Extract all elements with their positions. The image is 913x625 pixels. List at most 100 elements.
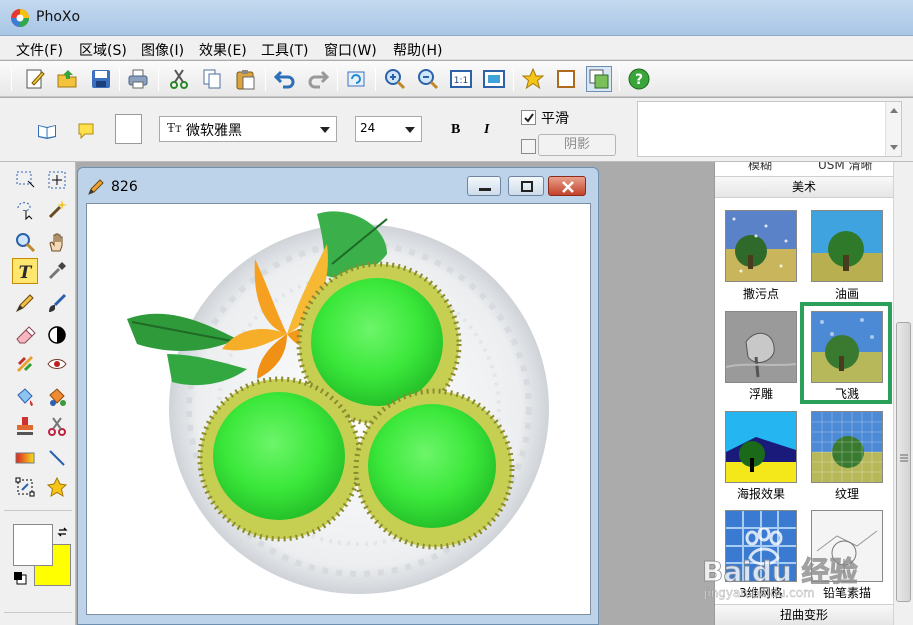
clone-tool[interactable] xyxy=(12,351,38,377)
poster-effect-preview xyxy=(726,412,796,482)
menu-file[interactable]: 文件(F) xyxy=(16,40,63,60)
effect-thumb-emboss[interactable] xyxy=(725,311,797,383)
art-section-header[interactable]: 美术 xyxy=(715,176,893,198)
brush-icon xyxy=(49,293,67,312)
line-tool[interactable] xyxy=(44,445,70,471)
image-canvas[interactable] xyxy=(86,203,591,615)
effects-panel-scrollbar[interactable] xyxy=(893,162,913,625)
pencil-edit-icon xyxy=(88,179,104,195)
effect-thumb-texture[interactable] xyxy=(811,411,883,483)
scroll-up-icon[interactable] xyxy=(890,108,898,113)
move-tool[interactable] xyxy=(44,167,70,193)
svg-text:T: T xyxy=(19,263,33,282)
reset-colors-icon[interactable] xyxy=(13,571,27,585)
effect-brush-tool[interactable] xyxy=(44,413,70,439)
save-button[interactable] xyxy=(88,66,114,92)
toolbar-separator xyxy=(337,67,338,91)
shadow-button[interactable]: 阴影 xyxy=(538,134,616,156)
redo-button[interactable] xyxy=(305,66,331,92)
hand-tool[interactable] xyxy=(44,229,70,255)
partial-labels-row: 模糊 USM 清晰 xyxy=(715,162,893,174)
swap-colors-icon[interactable] xyxy=(57,526,69,538)
brush-tool[interactable] xyxy=(44,290,70,316)
shape-star-tool[interactable] xyxy=(44,474,70,500)
open-button[interactable] xyxy=(55,66,81,92)
stamp-icon xyxy=(17,417,33,435)
hand-icon xyxy=(49,233,63,252)
panel-toggle-button[interactable] xyxy=(586,66,612,92)
menu-window[interactable]: 窗口(W) xyxy=(324,40,377,60)
minimize-button[interactable] xyxy=(467,176,501,196)
smooth-checkbox[interactable] xyxy=(521,110,536,125)
menu-effects[interactable]: 效果(E) xyxy=(199,40,247,60)
copy-button[interactable] xyxy=(199,66,225,92)
usm-sharpen-effect-label[interactable]: USM 清晰 xyxy=(818,162,873,173)
maximize-button[interactable] xyxy=(508,176,544,196)
scroll-down-icon[interactable] xyxy=(890,145,898,150)
font-size-select[interactable]: 24 xyxy=(355,116,422,142)
effect-thumb-poster[interactable] xyxy=(725,411,797,483)
cut-button[interactable] xyxy=(166,66,192,92)
zoom-in-button[interactable] xyxy=(382,66,408,92)
star-shape-icon xyxy=(46,476,68,498)
close-button[interactable] xyxy=(548,176,586,196)
fill-tool[interactable] xyxy=(12,384,38,410)
zoom-out-button[interactable] xyxy=(415,66,441,92)
undo-button[interactable] xyxy=(272,66,298,92)
shadow-checkbox[interactable] xyxy=(521,139,536,154)
tools-palette: T xyxy=(0,162,76,625)
emboss-effect-preview xyxy=(726,312,796,382)
rect-select-tool[interactable] xyxy=(12,167,38,193)
speech-bubble-icon[interactable] xyxy=(77,122,95,140)
book-icon[interactable] xyxy=(37,123,57,139)
toolbar-separator xyxy=(619,67,620,91)
main-toolbar: 1:1 ? xyxy=(0,61,913,97)
frame-button[interactable] xyxy=(553,66,579,92)
menu-help[interactable]: 帮助(H) xyxy=(393,40,442,60)
text-input-area[interactable] xyxy=(637,101,902,157)
help-button[interactable]: ? xyxy=(626,66,652,92)
refresh-button[interactable] xyxy=(343,66,369,92)
minimize-icon xyxy=(479,188,491,191)
toolbar-separator xyxy=(513,67,514,91)
menu-image[interactable]: 图像(I) xyxy=(141,40,184,60)
italic-button[interactable]: I xyxy=(484,122,489,138)
red-eye-tool[interactable] xyxy=(44,351,70,377)
gradient-tool[interactable] xyxy=(12,445,38,471)
foreground-color-swatch[interactable] xyxy=(13,524,53,566)
bold-button[interactable]: B xyxy=(451,122,460,138)
text-tool[interactable]: T xyxy=(12,258,38,284)
paste-button[interactable] xyxy=(232,66,258,92)
effect-thumb-spot[interactable] xyxy=(725,210,797,282)
new-button[interactable] xyxy=(22,66,48,92)
eraser-tool[interactable] xyxy=(12,322,38,348)
menu-region[interactable]: 区域(S) xyxy=(79,40,127,60)
scrollbar-thumb[interactable] xyxy=(896,322,911,602)
checkmark-icon xyxy=(524,113,534,123)
actual-size-button[interactable]: 1:1 xyxy=(448,66,474,92)
pencil-tool[interactable] xyxy=(12,290,38,316)
magic-wand-tool[interactable] xyxy=(44,196,70,222)
stamp-tool[interactable] xyxy=(12,413,38,439)
fit-window-button[interactable] xyxy=(481,66,507,92)
svg-text:1:1: 1:1 xyxy=(454,76,468,86)
effect-thumb-oil-paint[interactable] xyxy=(811,210,883,282)
eyedropper-icon xyxy=(48,262,66,280)
contrast-tool[interactable] xyxy=(44,322,70,348)
text-color-swatch[interactable] xyxy=(115,114,142,144)
new-document-icon xyxy=(26,69,45,89)
zoom-tool[interactable] xyxy=(12,229,38,255)
font-size-value: 24 xyxy=(360,121,376,135)
eye-icon xyxy=(47,359,67,369)
menu-tools[interactable]: 工具(T) xyxy=(261,40,308,60)
scissors-icon xyxy=(170,69,188,89)
font-name-select[interactable]: Ŧт 微软雅黑 xyxy=(159,116,337,142)
transform-tool[interactable] xyxy=(12,474,38,500)
favorite-button[interactable] xyxy=(520,66,546,92)
print-button[interactable] xyxy=(125,66,151,92)
lasso-tool[interactable] xyxy=(12,196,38,222)
text-area-scrollbar[interactable] xyxy=(885,102,901,156)
blur-effect-label[interactable]: 模糊 xyxy=(748,162,772,173)
eyedropper-tool[interactable] xyxy=(44,258,70,284)
color-replace-tool[interactable] xyxy=(44,384,70,410)
